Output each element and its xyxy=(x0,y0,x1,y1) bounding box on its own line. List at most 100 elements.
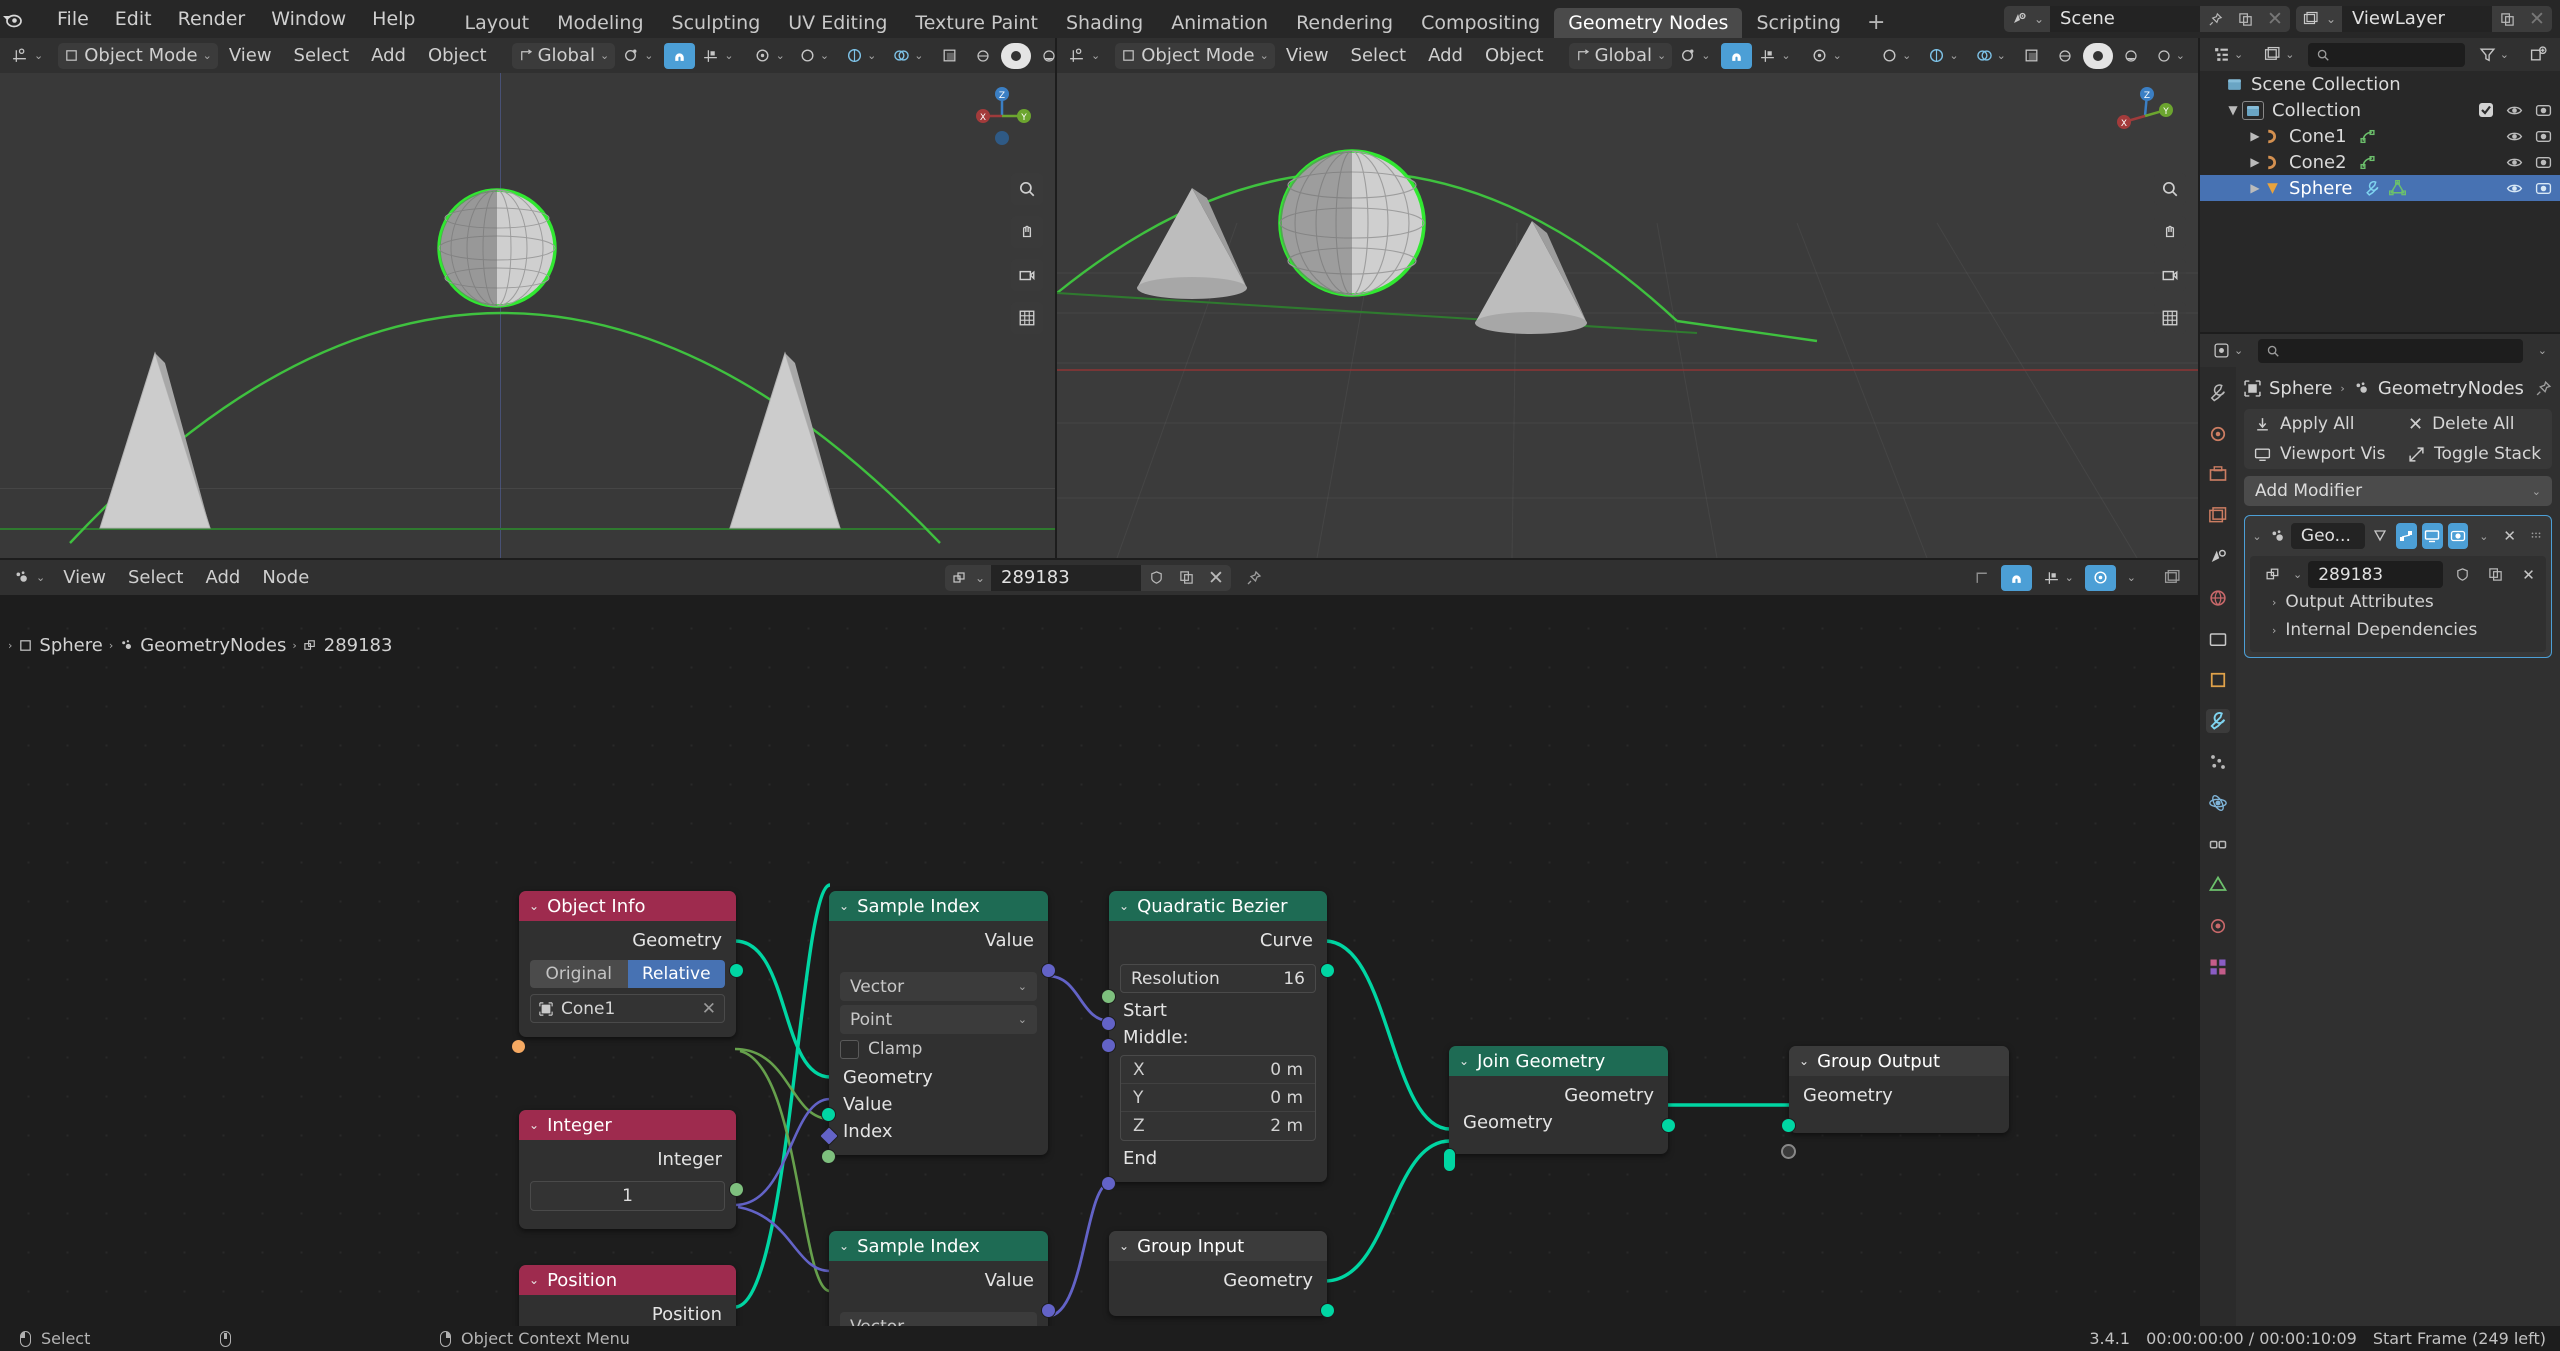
snap-target-icon[interactable]: ⌄ xyxy=(1752,43,1797,69)
data-type-dropdown[interactable]: Vector ⌄ xyxy=(840,972,1037,1001)
proportional-edit-icon[interactable]: ⌄ xyxy=(1804,43,1849,69)
toggle-stack-button[interactable]: Toggle Stack xyxy=(2398,439,2552,469)
socket-geometry-in[interactable] xyxy=(821,1107,836,1122)
node-header[interactable]: ⌄ Join Geometry xyxy=(1449,1046,1668,1076)
transform-orientation[interactable]: Global ⌄ xyxy=(1568,42,1673,69)
geometry-nodes-icon[interactable]: ⌄ xyxy=(6,565,52,591)
outliner-row-cone2[interactable]: ▶ Cone2 xyxy=(2200,149,2560,175)
tab-constraints[interactable] xyxy=(2206,832,2230,856)
menu-render[interactable]: Render xyxy=(165,0,259,38)
fake-user-icon[interactable] xyxy=(1141,564,1171,591)
shading-wireframe-icon[interactable] xyxy=(968,43,998,69)
menu-edit[interactable]: Edit xyxy=(102,0,165,38)
editor-type-icon[interactable]: ⌄ xyxy=(1061,43,1107,69)
domain-dropdown[interactable]: Point ⌄ xyxy=(840,1005,1037,1034)
scene-name[interactable]: Scene xyxy=(2050,6,2200,32)
tab-layout[interactable]: Layout xyxy=(451,8,544,38)
nodetree-name[interactable]: 289183 xyxy=(991,564,1141,591)
chevron-down-icon[interactable]: ⌄ xyxy=(839,899,849,913)
socket-object-in[interactable] xyxy=(511,1039,526,1054)
output-attributes-section[interactable]: › Output Attributes xyxy=(2260,588,2542,616)
close-icon[interactable]: ✕ xyxy=(1201,564,1231,591)
menu-window[interactable]: Window xyxy=(258,0,359,38)
grid-icon[interactable] xyxy=(2154,302,2186,334)
expander[interactable]: ▶ xyxy=(2246,181,2264,195)
integer-value-field[interactable]: 1 xyxy=(530,1181,725,1211)
socket-value-out[interactable] xyxy=(1041,1303,1056,1318)
pin-icon[interactable] xyxy=(2200,6,2230,32)
snap-toggle[interactable]: ⌄ xyxy=(1672,43,1717,69)
tab-scene[interactable] xyxy=(2206,545,2230,569)
clear-object-icon[interactable]: ✕ xyxy=(702,999,716,1019)
camera-icon[interactable] xyxy=(1011,259,1043,291)
node-object-info-1[interactable]: ⌄ Object Info Geometry Original Relative… xyxy=(511,891,744,1054)
breadcrumb-modifier[interactable]: GeometryNodes xyxy=(140,635,286,656)
camera-icon[interactable] xyxy=(2535,102,2552,119)
gizmo-icon[interactable]: ⌄ xyxy=(839,43,883,69)
tab-texture[interactable] xyxy=(2206,955,2230,979)
viewlayer-name[interactable]: ViewLayer xyxy=(2342,6,2492,32)
tab-scripting[interactable]: Scripting xyxy=(1742,8,1855,38)
expander[interactable]: ▶ xyxy=(2246,155,2264,169)
grip-icon[interactable] xyxy=(2525,523,2546,549)
shading-solid-icon[interactable] xyxy=(1000,42,1031,69)
hand-icon[interactable] xyxy=(1011,216,1043,248)
snap-magnet-icon[interactable] xyxy=(664,42,696,69)
camera-icon[interactable] xyxy=(2154,259,2186,291)
realtime-icon[interactable] xyxy=(2421,523,2443,549)
node-menu-view[interactable]: View xyxy=(52,560,117,595)
add-modifier-button[interactable]: Add Modifier ⌄ xyxy=(2244,476,2552,506)
curve-data-icon[interactable] xyxy=(2359,128,2376,145)
gizmo-icon[interactable]: ⌄ xyxy=(1921,43,1965,69)
tab-physics[interactable] xyxy=(2206,791,2230,815)
eye-icon[interactable] xyxy=(2506,128,2523,145)
socket-value-out[interactable] xyxy=(1041,963,1056,978)
proportional-edit-icon[interactable]: ⌄ xyxy=(747,43,792,69)
viewport-menu-view[interactable]: View xyxy=(1275,38,1340,73)
socket-virtual-in[interactable] xyxy=(1781,1144,1796,1159)
delete-all-button[interactable]: ✕ Delete All xyxy=(2398,409,2552,439)
edit-mode-icon[interactable] xyxy=(2395,523,2417,549)
socket-end-in[interactable] xyxy=(1101,1176,1116,1191)
node-transform-icon[interactable] xyxy=(1966,565,1997,591)
menu-file[interactable]: File xyxy=(44,0,102,38)
socket-index-in[interactable] xyxy=(821,1149,836,1164)
new-collection-icon[interactable] xyxy=(2523,42,2554,68)
viewport-menu-add[interactable]: Add xyxy=(360,38,417,73)
pin-icon[interactable] xyxy=(1239,565,1269,591)
overlays-icon[interactable]: ⌄ xyxy=(1969,43,2013,69)
pin-icon[interactable] xyxy=(2535,380,2552,397)
socket-geometry-multi-in[interactable] xyxy=(1443,1148,1456,1172)
close-icon[interactable]: ✕ xyxy=(2499,523,2520,549)
eye-icon[interactable] xyxy=(2506,154,2523,171)
node-header[interactable]: ⌄ Group Input xyxy=(1109,1231,1327,1261)
properties-options-icon[interactable]: ⌄ xyxy=(2531,338,2554,364)
socket-geometry-in[interactable] xyxy=(1781,1118,1796,1133)
outliner-row-cone1[interactable]: ▶ Cone1 xyxy=(2200,123,2560,149)
filter-icon[interactable]: ⌄ xyxy=(2472,42,2516,68)
viewport-menu-view[interactable]: View xyxy=(218,38,283,73)
vertex-group-icon[interactable] xyxy=(2370,523,2391,549)
tab-render[interactable] xyxy=(2206,422,2230,446)
outliner-search-input[interactable] xyxy=(2308,42,2465,67)
socket-middle-in[interactable] xyxy=(1101,1038,1116,1053)
xray-icon[interactable] xyxy=(934,43,965,69)
nodetree-icon[interactable] xyxy=(2260,562,2287,588)
node-position[interactable]: ⌄ Position Position xyxy=(519,1265,736,1326)
duplicate-icon[interactable] xyxy=(2230,6,2260,32)
chevron-down-icon[interactable]: ⌄ xyxy=(529,899,539,913)
duplicate-icon[interactable] xyxy=(2492,6,2522,32)
curve-data-icon[interactable] xyxy=(2359,154,2376,171)
nodetree-name-field[interactable]: 289183 xyxy=(2308,561,2443,588)
outliner-display-icon[interactable]: ⌄ xyxy=(2206,42,2250,68)
shading-wireframe-icon[interactable] xyxy=(2050,43,2080,69)
checkbox-icon[interactable] xyxy=(2478,102,2494,118)
node-header[interactable]: ⌄ Position xyxy=(519,1265,736,1295)
xray-icon[interactable] xyxy=(2016,43,2047,69)
breadcrumb-object-name[interactable]: Sphere xyxy=(2269,378,2332,399)
node-header[interactable]: ⌄ Sample Index xyxy=(829,891,1048,921)
tab-data[interactable] xyxy=(2206,873,2230,897)
expander[interactable]: ▼ xyxy=(2224,103,2242,117)
view-object-types-icon[interactable]: ⌄ xyxy=(792,43,836,69)
zoom-icon[interactable] xyxy=(2154,173,2186,205)
